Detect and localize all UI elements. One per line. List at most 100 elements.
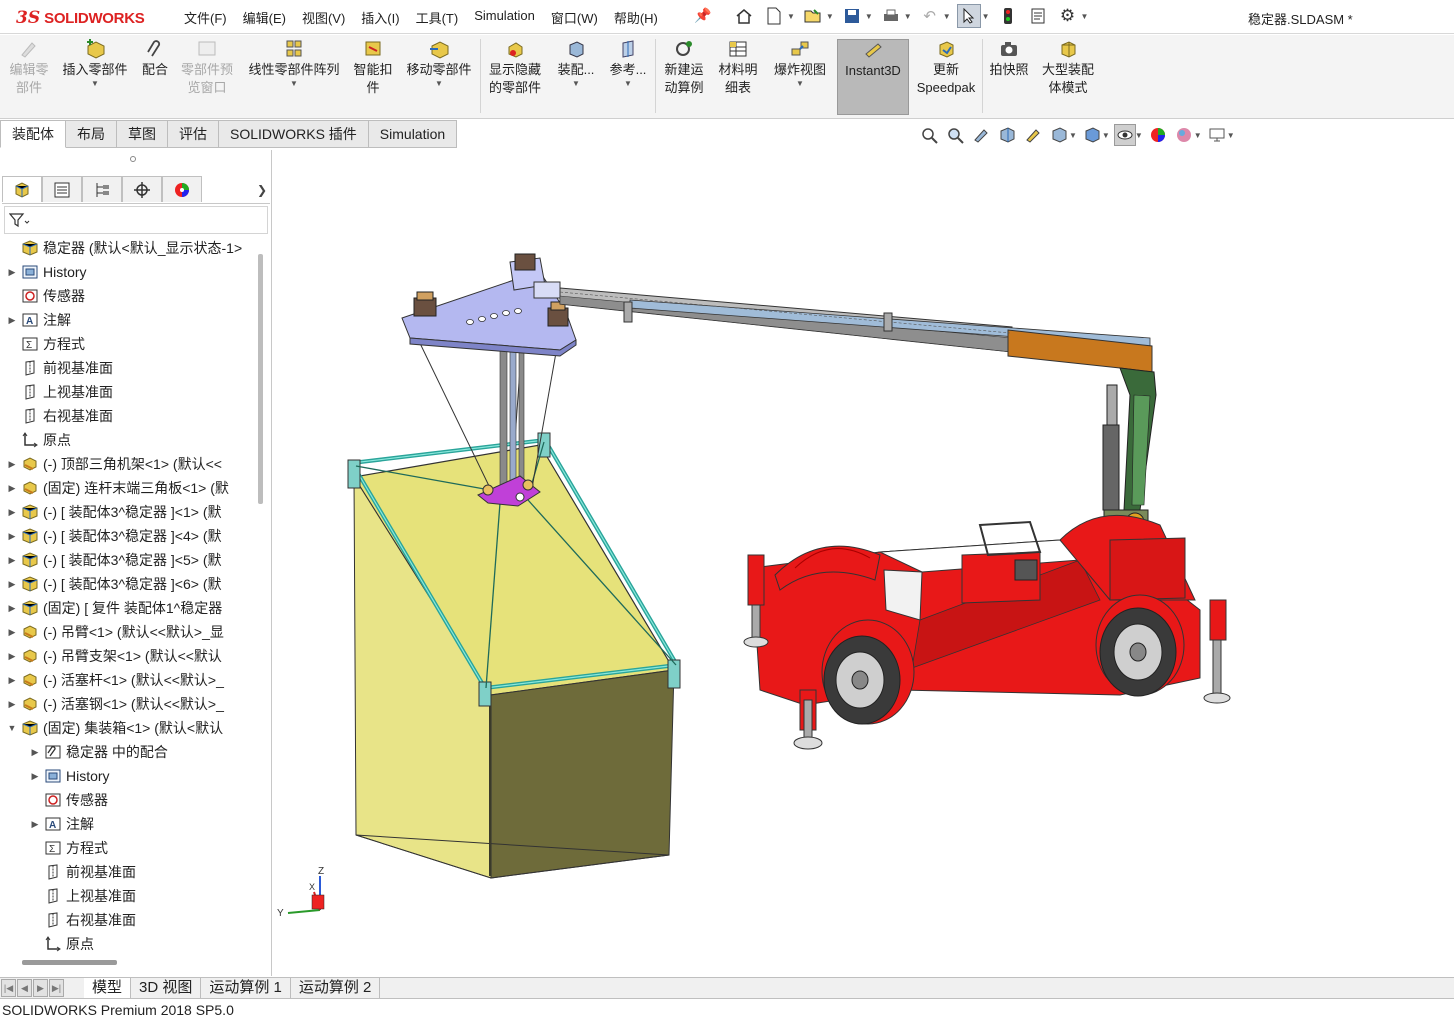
expand-arrow-icon[interactable]: ▶ bbox=[6, 627, 18, 638]
tree-item[interactable]: ▼ (固定) 集装箱<1> (默认<默认 bbox=[0, 716, 256, 740]
exploded-view-button[interactable]: 爆炸视图 ▼ bbox=[768, 39, 832, 89]
view-settings-monitor-icon[interactable] bbox=[1206, 124, 1228, 146]
expand-arrow-icon[interactable]: ▶ bbox=[6, 699, 18, 710]
tree-item[interactable]: ▶ A 注解 bbox=[0, 308, 256, 332]
tab-sketch[interactable]: 草图 bbox=[117, 120, 168, 148]
menu-window[interactable]: 窗口(W) bbox=[543, 8, 606, 27]
new-file-icon[interactable] bbox=[762, 4, 786, 28]
expand-arrow-icon[interactable]: ▶ bbox=[6, 267, 18, 278]
save-icon[interactable] bbox=[840, 4, 864, 28]
menu-insert[interactable]: 插入(I) bbox=[353, 8, 407, 27]
instant3d-button[interactable]: Instant3D bbox=[837, 39, 909, 115]
expand-arrow-icon[interactable]: ▶ bbox=[6, 459, 18, 470]
top-triangle-frame[interactable] bbox=[401, 253, 577, 357]
print-dropdown-icon[interactable]: ▼ bbox=[904, 12, 912, 21]
display-style-icon[interactable] bbox=[1081, 124, 1103, 146]
tab-assembly[interactable]: 装配体 bbox=[0, 120, 66, 148]
chevron-right-icon[interactable]: ❯ bbox=[254, 176, 270, 203]
reference-geometry-dropdown-icon[interactable]: ▼ bbox=[606, 79, 650, 89]
menu-view[interactable]: 视图(V) bbox=[294, 8, 353, 27]
prev-tab-icon[interactable]: ◀ bbox=[17, 979, 32, 997]
scene-dropdown-icon[interactable]: ▼ bbox=[1194, 131, 1202, 140]
tree-filter-box[interactable] bbox=[4, 206, 268, 234]
zoom-to-area-icon[interactable] bbox=[944, 124, 966, 146]
tree-item[interactable]: 上视基准面 bbox=[0, 884, 256, 908]
tree-item[interactable]: ▶ (-) 活塞杆<1> (默认<<默认>_ bbox=[0, 668, 256, 692]
shipping-container[interactable] bbox=[353, 444, 675, 879]
insert-component-button[interactable]: 插入零部件 ▼ bbox=[58, 39, 132, 89]
assembly-features-button[interactable]: 装配... ▼ bbox=[552, 39, 600, 89]
previous-view-icon[interactable] bbox=[970, 124, 992, 146]
large-assembly-mode-button[interactable]: 大型装配 体模式 bbox=[1036, 39, 1100, 97]
smart-fasteners-button[interactable]: 智能扣 件 bbox=[350, 39, 396, 97]
move-component-button[interactable]: 移动零部件 ▼ bbox=[402, 39, 476, 89]
tree-item[interactable]: 原点 bbox=[0, 428, 256, 452]
tab-motion-study-2[interactable]: 运动算例 2 bbox=[291, 978, 381, 998]
select-dropdown-icon[interactable]: ▼ bbox=[982, 12, 990, 21]
tree-item[interactable]: ▶ (-) 吊臂<1> (默认<<默认>_显 bbox=[0, 620, 256, 644]
dynamic-annotation-icon[interactable] bbox=[1022, 124, 1044, 146]
graphics-area[interactable]: Z Y X bbox=[273, 150, 1454, 976]
tree-item[interactable]: ▶ 稳定器 中的配合 bbox=[0, 740, 256, 764]
display-manager-tab-icon[interactable] bbox=[162, 176, 202, 202]
tree-item[interactable]: ▶ (固定) [ 复件 装配体1^稳定器 bbox=[0, 596, 256, 620]
expand-arrow-icon[interactable]: ▶ bbox=[6, 315, 18, 326]
tree-item[interactable]: ▶ History bbox=[0, 260, 256, 284]
expand-arrow-icon[interactable]: ▶ bbox=[6, 579, 18, 590]
section-view-icon[interactable] bbox=[996, 124, 1018, 146]
options-dropdown-icon[interactable]: ▼ bbox=[1081, 12, 1089, 21]
print-icon[interactable] bbox=[879, 4, 903, 28]
view-settings-dropdown-icon[interactable]: ▼ bbox=[1227, 131, 1235, 140]
apply-scene-icon[interactable] bbox=[1173, 124, 1195, 146]
hide-show-items-icon[interactable] bbox=[1113, 124, 1136, 146]
expand-arrow-icon[interactable]: ▶ bbox=[6, 507, 18, 518]
expand-arrow-icon[interactable]: ▶ bbox=[6, 651, 18, 662]
new-motion-study-button[interactable]: 新建运 动算例 bbox=[659, 39, 709, 97]
expand-arrow-icon[interactable]: ▶ bbox=[29, 747, 41, 758]
tab-motion-study-1[interactable]: 运动算例 1 bbox=[201, 978, 291, 998]
update-speedpak-button[interactable]: 更新 Speedpak bbox=[914, 39, 978, 97]
menu-help[interactable]: 帮助(H) bbox=[606, 8, 666, 27]
tree-item[interactable]: ▶ (-) [ 装配体3^稳定器 ]<6> (默 bbox=[0, 572, 256, 596]
tab-evaluate[interactable]: 评估 bbox=[168, 120, 219, 148]
view-orientation-dropdown-icon[interactable]: ▼ bbox=[1069, 131, 1077, 140]
tree-item[interactable]: ▶ (-) [ 装配体3^稳定器 ]<4> (默 bbox=[0, 524, 256, 548]
feature-manager-tab-icon[interactable] bbox=[2, 176, 42, 202]
crane-boom[interactable] bbox=[559, 287, 1153, 385]
linear-pattern-dropdown-icon[interactable]: ▼ bbox=[242, 79, 346, 89]
dimxpert-manager-tab-icon[interactable] bbox=[122, 176, 162, 202]
tree-item[interactable]: 传感器 bbox=[0, 284, 256, 308]
tree-item[interactable]: Σ 方程式 bbox=[0, 332, 256, 356]
reference-geometry-button[interactable]: 参考... ▼ bbox=[606, 39, 650, 89]
tab-layout[interactable]: 布局 bbox=[66, 120, 117, 148]
tree-item[interactable]: 稳定器 (默认<默认_显示状态-1> bbox=[0, 238, 256, 260]
tree-item[interactable]: 右视基准面 bbox=[0, 908, 256, 932]
take-snapshot-button[interactable]: 拍快照 bbox=[986, 39, 1032, 79]
crane-carrier[interactable] bbox=[743, 514, 1231, 750]
tree-item[interactable]: ▶ (-) 顶部三角机架<1> (默认<< bbox=[0, 452, 256, 476]
expand-arrow-icon[interactable]: ▶ bbox=[6, 483, 18, 494]
tree-item[interactable]: ▶ (-) 活塞钢<1> (默认<<默认>_ bbox=[0, 692, 256, 716]
stabilizer-column[interactable] bbox=[499, 344, 525, 486]
tree-item[interactable]: ▶ History bbox=[0, 764, 256, 788]
expand-arrow-icon[interactable]: ▶ bbox=[6, 675, 18, 686]
tree-item[interactable]: 传感器 bbox=[0, 788, 256, 812]
tab-addins[interactable]: SOLIDWORKS 插件 bbox=[219, 120, 369, 148]
tree-item[interactable]: Σ 方程式 bbox=[0, 836, 256, 860]
rebuild-traffic-light-icon[interactable] bbox=[996, 4, 1020, 28]
options-gear-icon[interactable]: ⚙ bbox=[1056, 4, 1080, 28]
file-properties-icon[interactable] bbox=[1026, 4, 1050, 28]
tree-item[interactable]: 前视基准面 bbox=[0, 356, 256, 380]
tab-model[interactable]: 模型 bbox=[84, 978, 132, 998]
next-tab-icon[interactable]: ▶ bbox=[33, 979, 48, 997]
component-preview-button[interactable]: 零部件预 览窗口 bbox=[176, 39, 238, 97]
tree-item[interactable]: 前视基准面 bbox=[0, 860, 256, 884]
first-tab-icon[interactable]: |◀ bbox=[1, 979, 16, 997]
mate-button[interactable]: 配合 bbox=[138, 39, 172, 79]
tree-item[interactable]: ▶ (-) 吊臂支架<1> (默认<<默认 bbox=[0, 644, 256, 668]
tree-horizontal-scrollbar[interactable] bbox=[22, 960, 117, 965]
view-orientation-icon[interactable] bbox=[1048, 124, 1070, 146]
tree-item[interactable]: ▶ (-) [ 装配体3^稳定器 ]<1> (默 bbox=[0, 500, 256, 524]
bom-button[interactable]: 材料明 细表 bbox=[714, 39, 762, 97]
new-dropdown-icon[interactable]: ▼ bbox=[787, 12, 795, 21]
